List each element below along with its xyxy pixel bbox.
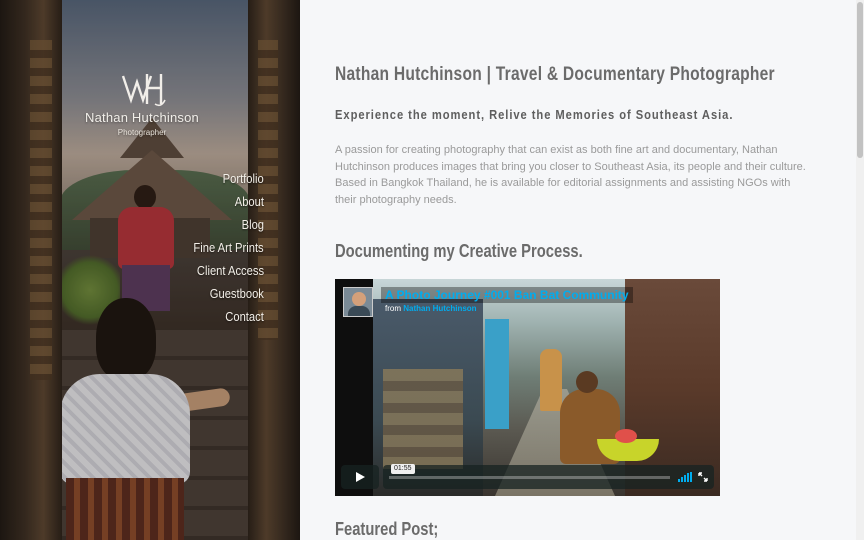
logo-subtitle: Photographer: [117, 128, 167, 137]
video-author-avatar[interactable]: [343, 287, 373, 317]
logo-monogram-icon: [121, 74, 166, 107]
video-progress-track[interactable]: 01:55: [389, 464, 670, 479]
nav-item-portfolio[interactable]: Portfolio: [223, 171, 264, 186]
video-progress-bar[interactable]: 01:55: [383, 464, 714, 489]
video-from-prefix: from: [385, 304, 401, 313]
sidebar: Nathan Hutchinson Photographer Portfolio…: [0, 0, 300, 540]
video-controls: 01:55: [341, 464, 714, 489]
volume-icon[interactable]: [678, 472, 692, 482]
video-player[interactable]: A Photo Journey #001 Ban Bat Community f…: [335, 279, 720, 496]
featured-post-title: Featured Post;: [335, 519, 439, 539]
video-header: A Photo Journey #001 Ban Bat Community f…: [343, 287, 633, 321]
play-button[interactable]: [341, 465, 379, 489]
video-duration: 01:55: [391, 464, 415, 474]
nav-item-client-access[interactable]: Client Access: [197, 263, 264, 278]
nav-item-blog[interactable]: Blog: [242, 217, 264, 232]
video-title[interactable]: A Photo Journey #001 Ban Bat Community: [381, 287, 633, 303]
intro-paragraph: A passion for creating photography that …: [335, 144, 806, 206]
tagline: Experience the moment, Relive the Memori…: [335, 107, 734, 122]
logo-name: Nathan Hutchinson: [85, 110, 199, 125]
scrollbar-thumb[interactable]: [857, 2, 863, 158]
nav-item-about[interactable]: About: [235, 194, 264, 209]
nav-item-contact[interactable]: Contact: [225, 309, 264, 324]
play-icon: [356, 472, 365, 482]
nav-item-fine-art-prints[interactable]: Fine Art Prints: [194, 240, 264, 255]
video-byline: from Nathan Hutchinson: [381, 303, 633, 315]
main-nav: Portfolio About Blog Fine Art Prints Cli…: [182, 170, 264, 331]
section-title: Documenting my Creative Process.: [335, 241, 583, 261]
site-logo[interactable]: Nathan Hutchinson Photographer: [82, 70, 202, 150]
nav-item-guestbook[interactable]: Guestbook: [210, 286, 264, 301]
page-title: Nathan Hutchinson | Travel & Documentary…: [335, 64, 775, 85]
fullscreen-icon[interactable]: [698, 472, 708, 482]
video-author-link[interactable]: Nathan Hutchinson: [403, 304, 476, 313]
page-scrollbar[interactable]: [856, 0, 864, 540]
main-content: Nathan Hutchinson | Travel & Documentary…: [300, 0, 856, 540]
